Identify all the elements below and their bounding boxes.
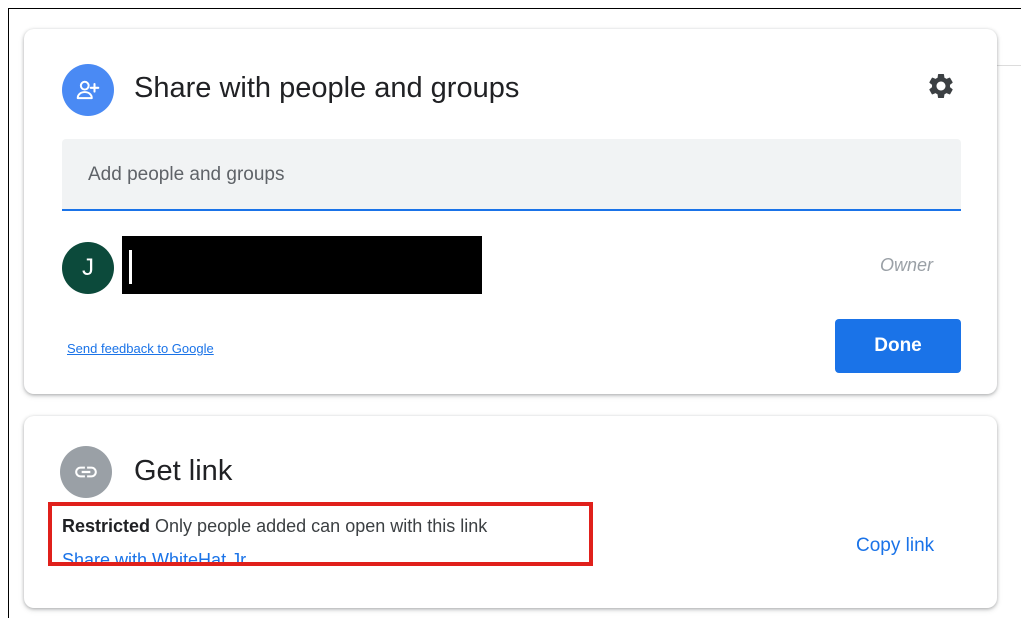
copy-link-button[interactable]: Copy link <box>856 535 934 557</box>
link-access-text: Restricted Only people added can open wi… <box>62 516 487 537</box>
share-title: Share with people and groups <box>134 72 520 104</box>
get-link-card: Get link Restricted Only people added ca… <box>24 416 997 608</box>
send-feedback-link[interactable]: Send feedback to Google <box>67 341 214 356</box>
share-with-org-link[interactable]: Share with WhiteHat Jr <box>62 547 246 566</box>
background-divider <box>996 65 1021 66</box>
get-link-title: Get link <box>134 455 233 487</box>
access-level[interactable]: Restricted <box>62 516 150 536</box>
avatar: J <box>62 242 114 294</box>
access-description: Only people added can open with this lin… <box>155 516 488 536</box>
done-button[interactable]: Done <box>835 319 961 373</box>
gear-icon <box>929 74 953 98</box>
add-people-input[interactable] <box>86 139 940 211</box>
person-add-icon <box>62 64 114 116</box>
add-people-field[interactable] <box>62 139 961 211</box>
redaction-cursor <box>129 250 132 284</box>
link-icon <box>60 446 112 498</box>
redacted-name <box>122 236 482 294</box>
settings-button[interactable] <box>924 69 958 103</box>
owner-role-label: Owner <box>880 255 934 275</box>
share-people-card: Share with people and groups J Owner Sen… <box>24 29 997 394</box>
